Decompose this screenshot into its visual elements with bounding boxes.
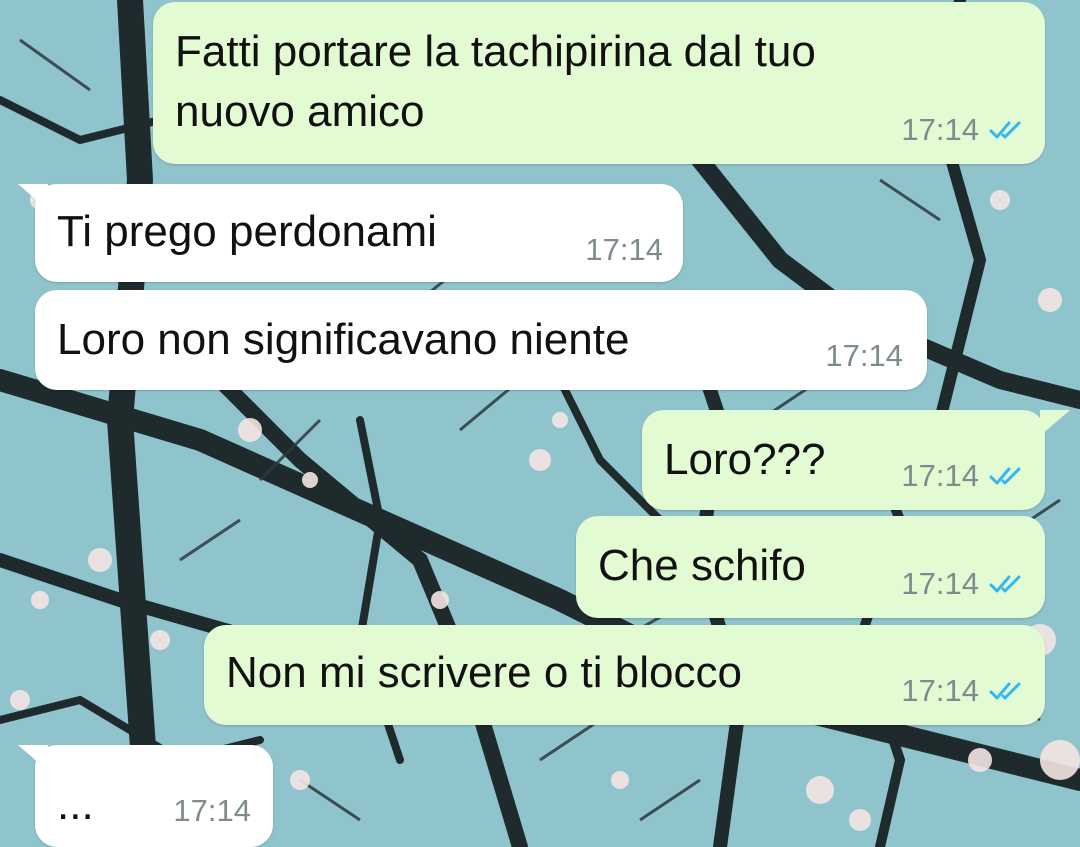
message-bubble-incoming[interactable]: Loro non significavano niente 17:14 bbox=[35, 290, 927, 390]
message-time: 17:14 bbox=[901, 566, 979, 601]
message-text: Non mi scrivere o ti blocco bbox=[226, 648, 742, 697]
message-meta: 17:14 bbox=[173, 793, 251, 829]
double-check-icon bbox=[989, 467, 1021, 485]
message-meta: 17:14 bbox=[901, 673, 1025, 709]
message-text: nuovo amico bbox=[175, 87, 425, 136]
double-check-icon bbox=[989, 682, 1021, 700]
message-text: Fatti portare la tachipirina dal tuo bbox=[175, 27, 816, 76]
message-text: Loro??? bbox=[664, 435, 826, 484]
message-time: 17:14 bbox=[585, 232, 663, 267]
message-meta: 17:14 bbox=[901, 458, 1025, 494]
message-time: 17:14 bbox=[173, 793, 251, 828]
bubble-tail bbox=[1040, 410, 1070, 436]
message-time: 17:14 bbox=[901, 458, 979, 493]
message-bubble-outgoing[interactable]: Fatti portare la tachipirina dal tuo nuo… bbox=[153, 2, 1045, 164]
message-meta: 17:14 bbox=[585, 232, 663, 268]
message-text: ... bbox=[57, 780, 94, 829]
message-bubble-outgoing[interactable]: Loro??? 17:14 bbox=[642, 410, 1045, 510]
message-meta: 17:14 bbox=[901, 566, 1025, 602]
message-meta: 17:14 bbox=[825, 338, 903, 374]
message-meta: 17:14 bbox=[901, 112, 1025, 148]
message-text: Loro non significavano niente bbox=[57, 315, 630, 364]
message-time: 17:14 bbox=[901, 112, 979, 147]
message-text: Che schifo bbox=[598, 541, 806, 590]
message-text: Ti prego perdonami bbox=[57, 207, 437, 256]
bubble-tail bbox=[18, 745, 48, 771]
message-bubble-outgoing[interactable]: Che schifo 17:14 bbox=[576, 516, 1045, 618]
double-check-icon bbox=[989, 575, 1021, 593]
double-check-icon bbox=[989, 121, 1021, 139]
message-time: 17:14 bbox=[825, 338, 903, 373]
message-time: 17:14 bbox=[901, 673, 979, 708]
message-bubble-incoming[interactable]: ... 17:14 bbox=[35, 745, 273, 847]
message-bubble-outgoing[interactable]: Non mi scrivere o ti blocco 17:14 bbox=[204, 625, 1045, 725]
message-bubble-incoming[interactable]: Ti prego perdonami 17:14 bbox=[35, 184, 683, 282]
bubble-tail bbox=[18, 184, 48, 210]
